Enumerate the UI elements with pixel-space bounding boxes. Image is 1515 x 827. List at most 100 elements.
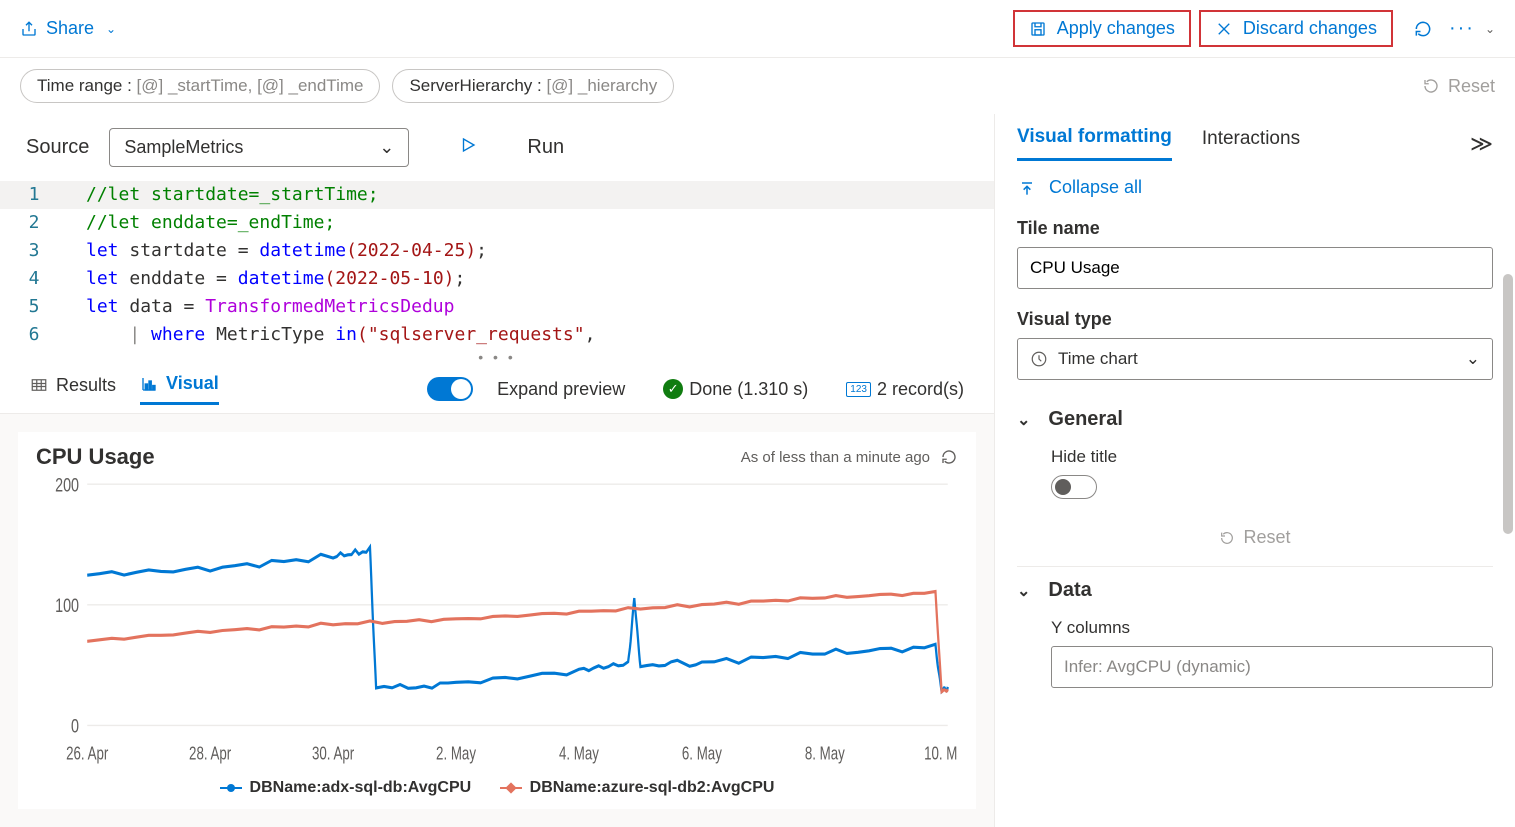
svg-text:6. May: 6. May — [682, 743, 722, 764]
tab-label: Results — [56, 375, 116, 396]
expand-preview-toggle[interactable] — [427, 377, 473, 401]
filter-value: [@] _hierarchy — [546, 76, 657, 95]
tab-visual-formatting[interactable]: Visual formatting — [1017, 126, 1172, 161]
filter-prefix: ServerHierarchy : — [409, 76, 546, 95]
tab-results[interactable]: Results — [30, 375, 116, 404]
collapse-all-button[interactable]: Collapse all — [995, 161, 1515, 214]
y-columns-label: Y columns — [1051, 618, 1493, 638]
select-value: Time chart — [1058, 349, 1138, 369]
legend-item[interactable]: DBName:adx-sql-db:AvgCPU — [220, 779, 472, 797]
save-icon — [1029, 20, 1047, 38]
line-number: 6 — [0, 321, 68, 349]
chart-timestamp: As of less than a minute ago — [741, 449, 930, 466]
line-number: 2 — [0, 209, 68, 237]
resize-handle[interactable]: • • • — [0, 349, 994, 365]
hide-title-toggle[interactable] — [1051, 475, 1097, 499]
line-number: 1 — [0, 181, 68, 209]
formatting-panel: Visual formatting Interactions ≫ Collaps… — [995, 114, 1515, 827]
apply-changes-label: Apply changes — [1057, 18, 1175, 39]
svg-text:2. May: 2. May — [436, 743, 476, 764]
tab-visual[interactable]: Visual — [140, 373, 219, 405]
reset-label: Reset — [1243, 527, 1290, 548]
filter-server-hierarchy[interactable]: ServerHierarchy : [@] _hierarchy — [392, 69, 674, 103]
reset-icon — [1422, 77, 1440, 95]
tile-name-input[interactable] — [1017, 247, 1493, 289]
refresh-icon — [1413, 19, 1433, 39]
line-number: 3 — [0, 237, 68, 265]
filter-prefix: Time range : — [37, 76, 137, 95]
collapse-label: Collapse all — [1049, 177, 1142, 198]
accordion-data[interactable]: ⌄ Data — [995, 567, 1515, 614]
chart-container: CPU Usage As of less than a minute ago 0… — [0, 414, 994, 827]
svg-text:10. May: 10. May — [924, 743, 958, 764]
accordion-general[interactable]: ⌄ General — [995, 396, 1515, 443]
results-tabs: Results Visual Expand preview ✓ Done (1.… — [0, 365, 994, 414]
discard-changes-label: Discard changes — [1243, 18, 1377, 39]
visual-type-select[interactable]: Time chart ⌄ — [1017, 338, 1493, 380]
svg-text:0: 0 — [71, 714, 79, 737]
refresh-button[interactable] — [1413, 19, 1433, 39]
legend-item[interactable]: DBName:azure-sql-db2:AvgCPU — [500, 779, 775, 797]
expand-panel-button[interactable]: ≫ — [1470, 131, 1493, 157]
section-reset-button[interactable]: Reset — [1017, 515, 1493, 567]
visual-type-label: Visual type — [1017, 309, 1493, 330]
chevron-down-icon: ⌄ — [1485, 22, 1495, 36]
chart-icon — [140, 375, 158, 393]
run-label: Run — [527, 136, 564, 159]
scrollbar[interactable] — [1503, 274, 1513, 534]
svg-text:30. Apr: 30. Apr — [312, 743, 355, 764]
share-label: Share — [46, 18, 94, 39]
chevron-down-icon: ⌄ — [106, 22, 116, 36]
record-count: 123 2 record(s) — [846, 379, 964, 400]
chart-plot: 0 100 200 26. Apr 28. Apr 30. Apr 2. May 4. May… — [36, 470, 958, 768]
play-icon — [459, 136, 477, 154]
reset-filters-button[interactable]: Reset — [1422, 76, 1495, 97]
expand-preview-label: Expand preview — [497, 379, 625, 400]
clock-icon — [1030, 350, 1048, 368]
section-label: Data — [1048, 579, 1091, 602]
close-icon — [1215, 20, 1233, 38]
chevron-down-icon: ⌄ — [1017, 581, 1030, 601]
line-number: 4 — [0, 265, 68, 293]
record-text: 2 record(s) — [877, 379, 964, 400]
collapse-icon — [1017, 178, 1037, 198]
table-icon — [30, 376, 48, 394]
right-tabs: Visual formatting Interactions ≫ — [995, 114, 1515, 161]
y-columns-select[interactable]: Infer: AvgCPU (dynamic) — [1051, 646, 1493, 688]
ellipsis-icon: ··· — [1449, 17, 1475, 40]
chevron-down-icon: ⌄ — [1017, 410, 1030, 430]
editor-panel: Source SampleMetrics ⌄ Run 1//let startd… — [0, 114, 995, 827]
chevron-down-icon: ⌄ — [1466, 349, 1480, 369]
checkmark-icon: ✓ — [663, 379, 683, 399]
reset-icon — [1219, 530, 1235, 546]
source-select[interactable]: SampleMetrics ⌄ — [109, 128, 409, 167]
svg-text:200: 200 — [55, 473, 79, 496]
section-label: General — [1048, 408, 1122, 431]
source-value: SampleMetrics — [124, 137, 243, 158]
discard-changes-button[interactable]: Discard changes — [1199, 10, 1393, 47]
svg-text:28. Apr: 28. Apr — [189, 743, 232, 764]
count-icon: 123 — [846, 382, 871, 397]
chart-title: CPU Usage — [36, 444, 155, 470]
tile-name-label: Tile name — [1017, 218, 1493, 239]
svg-text:26. Apr: 26. Apr — [66, 743, 109, 764]
svg-text:4. May: 4. May — [559, 743, 599, 764]
share-button[interactable]: Share ⌄ — [20, 18, 116, 39]
refresh-icon[interactable] — [940, 448, 958, 466]
reset-label: Reset — [1448, 76, 1495, 97]
source-row: Source SampleMetrics ⌄ Run — [0, 114, 994, 181]
filter-time-range[interactable]: Time range : [@] _startTime, [@] _endTim… — [20, 69, 380, 103]
tab-label: Visual — [166, 373, 219, 394]
chevron-down-icon: ⌄ — [379, 137, 394, 158]
top-toolbar: Share ⌄ Apply changes Discard changes ··… — [0, 0, 1515, 58]
filter-bar: Time range : [@] _startTime, [@] _endTim… — [0, 58, 1515, 114]
svg-text:8. May: 8. May — [805, 743, 845, 764]
filter-value: [@] _startTime, [@] _endTime — [137, 76, 364, 95]
code-editor[interactable]: 1//let startdate=_startTime; 2//let endd… — [0, 181, 994, 349]
svg-text:100: 100 — [55, 594, 79, 617]
run-button[interactable] — [459, 136, 477, 160]
status-indicator: ✓ Done (1.310 s) — [663, 379, 808, 400]
tab-interactions[interactable]: Interactions — [1202, 128, 1300, 160]
apply-changes-button[interactable]: Apply changes — [1013, 10, 1191, 47]
more-menu-button[interactable]: ··· ⌄ — [1449, 17, 1495, 40]
